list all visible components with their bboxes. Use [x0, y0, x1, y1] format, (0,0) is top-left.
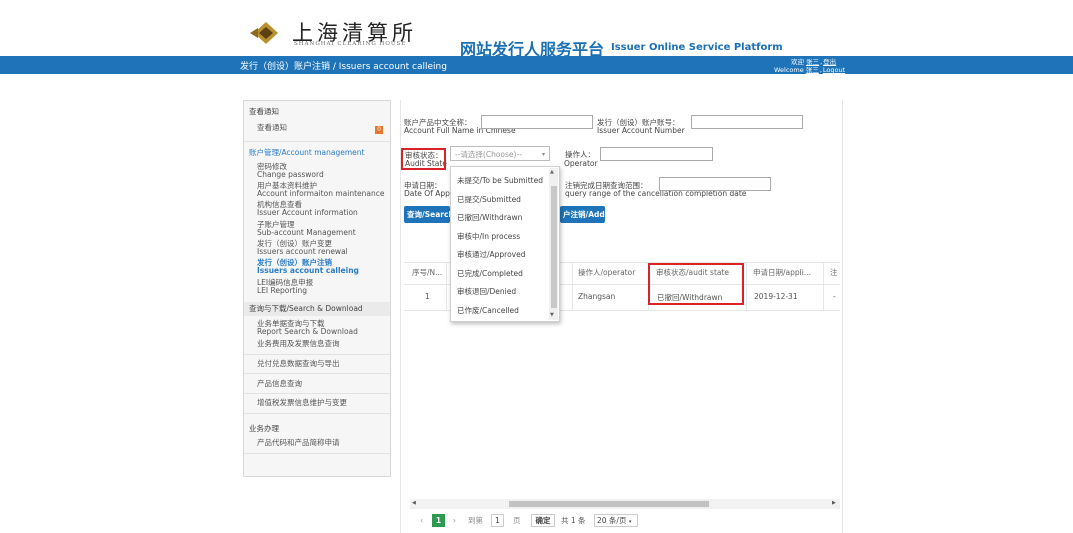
- account-name-input[interactable]: [481, 115, 593, 129]
- horizontal-scrollbar-thumb[interactable]: [509, 501, 709, 507]
- operator-input[interactable]: [600, 147, 713, 161]
- account-no-label-en: Issuer Account Number: [597, 126, 685, 135]
- table-col-divider: [823, 262, 824, 310]
- dropdown-option[interactable]: 审核通过/Approved: [457, 249, 526, 260]
- logo-text-en: SHANGHAI CLEARING HOUSE: [294, 41, 407, 47]
- user-name-link-en[interactable]: 张三: [806, 66, 819, 74]
- sidebar-section-search[interactable]: 查询与下载/Search & Download: [249, 304, 363, 314]
- sidebar-divider: [244, 373, 390, 374]
- shch-logo-icon: [250, 22, 278, 44]
- sidebar-item-vat[interactable]: 增值税发票信息维护与变更: [257, 398, 347, 408]
- welcome-label-en: Welcome: [774, 66, 804, 74]
- dropdown-option[interactable]: 已作废/Cancelled: [457, 305, 519, 316]
- account-number-input[interactable]: [691, 115, 803, 129]
- sidebar-divider: [244, 354, 390, 355]
- sidebar-item-issuer[interactable]: Issuer Account information: [257, 208, 358, 218]
- highlight-box: [648, 263, 744, 305]
- sidebar-section-account[interactable]: 账户管理/Account management: [249, 148, 364, 158]
- sidebar-divider: [244, 393, 390, 394]
- sidebar-section-business[interactable]: 业务办理: [249, 424, 279, 434]
- total-count: 共 1 条: [561, 516, 586, 525]
- page-unit-label: 页: [513, 516, 521, 525]
- scroll-right-icon[interactable]: ▶: [832, 500, 836, 506]
- audit-state-dropdown: 未提交/To be Submitted 已提交/Submitted 已撤回/Wi…: [450, 166, 560, 322]
- column-header-operator[interactable]: 操作人/operator: [578, 262, 635, 284]
- sidebar-item-calleing[interactable]: Issuers account calleing: [257, 266, 359, 276]
- table-cell-apply-date: 2019-12-31: [754, 292, 798, 301]
- next-page-icon[interactable]: ›: [453, 514, 456, 527]
- scroll-down-icon[interactable]: ▼: [550, 312, 554, 318]
- dropdown-option[interactable]: 审核中/In process: [457, 231, 520, 242]
- site-header: 上海清算所 SHANGHAI CLEARING HOUSE 网站发行人服务平台 …: [0, 0, 1073, 59]
- sidebar-item-product-code[interactable]: 产品代码和产品简称申请: [257, 438, 340, 448]
- range-label-en: query range of the cancellation completi…: [565, 189, 747, 198]
- date-label-en: Date Of App: [404, 189, 450, 198]
- page-number-input[interactable]: 1: [491, 514, 504, 527]
- chevron-down-icon: ▾: [628, 519, 632, 525]
- sidebar-section-notice: 查看通知: [249, 107, 279, 116]
- sidebar-divider: [244, 413, 390, 414]
- highlight-box: [401, 148, 446, 170]
- audit-state-select[interactable]: --请选择(Choose)-- ▾: [450, 146, 550, 161]
- platform-title-en: Issuer Online Service Platform: [611, 42, 783, 53]
- table-cell-note: -: [833, 292, 836, 301]
- completion-date-range-input[interactable]: [659, 177, 771, 191]
- dropdown-scrollbar-thumb[interactable]: [551, 186, 557, 308]
- column-header-note[interactable]: 注: [830, 262, 838, 284]
- column-header-no[interactable]: 序号/N...: [412, 262, 442, 284]
- sidebar-item-notice[interactable]: 查看通知: [257, 123, 287, 133]
- dropdown-option[interactable]: 已提交/Submitted: [457, 194, 521, 205]
- scroll-left-icon[interactable]: ◀: [412, 500, 416, 506]
- notice-count-badge: 0: [375, 126, 383, 134]
- page-size-select[interactable]: 20 条/页 ▾: [594, 514, 638, 527]
- table-cell-operator: Zhangsan: [578, 292, 616, 301]
- sidebar-item-report[interactable]: Report Search & Download: [257, 327, 358, 337]
- search-button[interactable]: 查询/Search: [404, 206, 450, 223]
- sidebar-divider: [244, 141, 390, 142]
- goto-confirm-button[interactable]: 确定: [531, 514, 555, 527]
- dropdown-option[interactable]: 审核退回/Denied: [457, 286, 516, 297]
- sidebar-item-fee[interactable]: 业务费用及发票信息查询: [257, 339, 340, 349]
- scroll-up-icon[interactable]: ▲: [550, 169, 554, 175]
- sidebar-item-password[interactable]: Change password: [257, 170, 324, 180]
- page-current[interactable]: 1: [432, 514, 445, 527]
- table-col-divider: [746, 262, 747, 310]
- sidebar-divider: [244, 453, 390, 454]
- add-button[interactable]: 户注销/Add: [560, 206, 605, 223]
- prev-page-icon[interactable]: ‹: [420, 514, 423, 527]
- column-header-apply-date[interactable]: 申请日期/appli...: [753, 262, 811, 284]
- sidebar-item-renewal[interactable]: Issuers account renewal: [257, 247, 348, 257]
- page-size-value: 20 条/页: [597, 516, 627, 525]
- dropdown-option[interactable]: 已完成/Completed: [457, 268, 523, 279]
- dropdown-option[interactable]: 已撤回/Withdrawn: [457, 212, 522, 223]
- table-col-divider: [572, 262, 573, 310]
- title-bar: 发行（创设）账户注销 / Issuers account calleing 欢迎…: [0, 56, 1073, 74]
- sidebar-item-product[interactable]: 产品信息查询: [257, 379, 302, 389]
- dropdown-option[interactable]: 未提交/To be Submitted: [457, 175, 543, 186]
- chevron-down-icon: ▾: [541, 151, 545, 158]
- sidebar-item-userinfo[interactable]: Account informaiton maintenance: [257, 189, 384, 199]
- goto-label: 到第: [468, 516, 483, 525]
- table-cell-no: 1: [425, 292, 430, 301]
- user-info-en: Welcome 张三,Logout: [774, 66, 846, 74]
- sidebar-item-lei[interactable]: LEI Reporting: [257, 286, 307, 296]
- table-col-divider: [446, 262, 447, 310]
- operator-label-en: Operator: [564, 159, 598, 168]
- sidebar-item-subaccount[interactable]: Sub-account Management: [257, 228, 356, 238]
- sidebar-item-cashflow[interactable]: 兑付兑息数据查询与导出: [257, 359, 340, 369]
- logout-link-en[interactable]: Logout: [823, 66, 845, 74]
- select-placeholder: --请选择(Choose)--: [455, 150, 522, 159]
- breadcrumb: 发行（创设）账户注销 / Issuers account calleing: [240, 62, 447, 72]
